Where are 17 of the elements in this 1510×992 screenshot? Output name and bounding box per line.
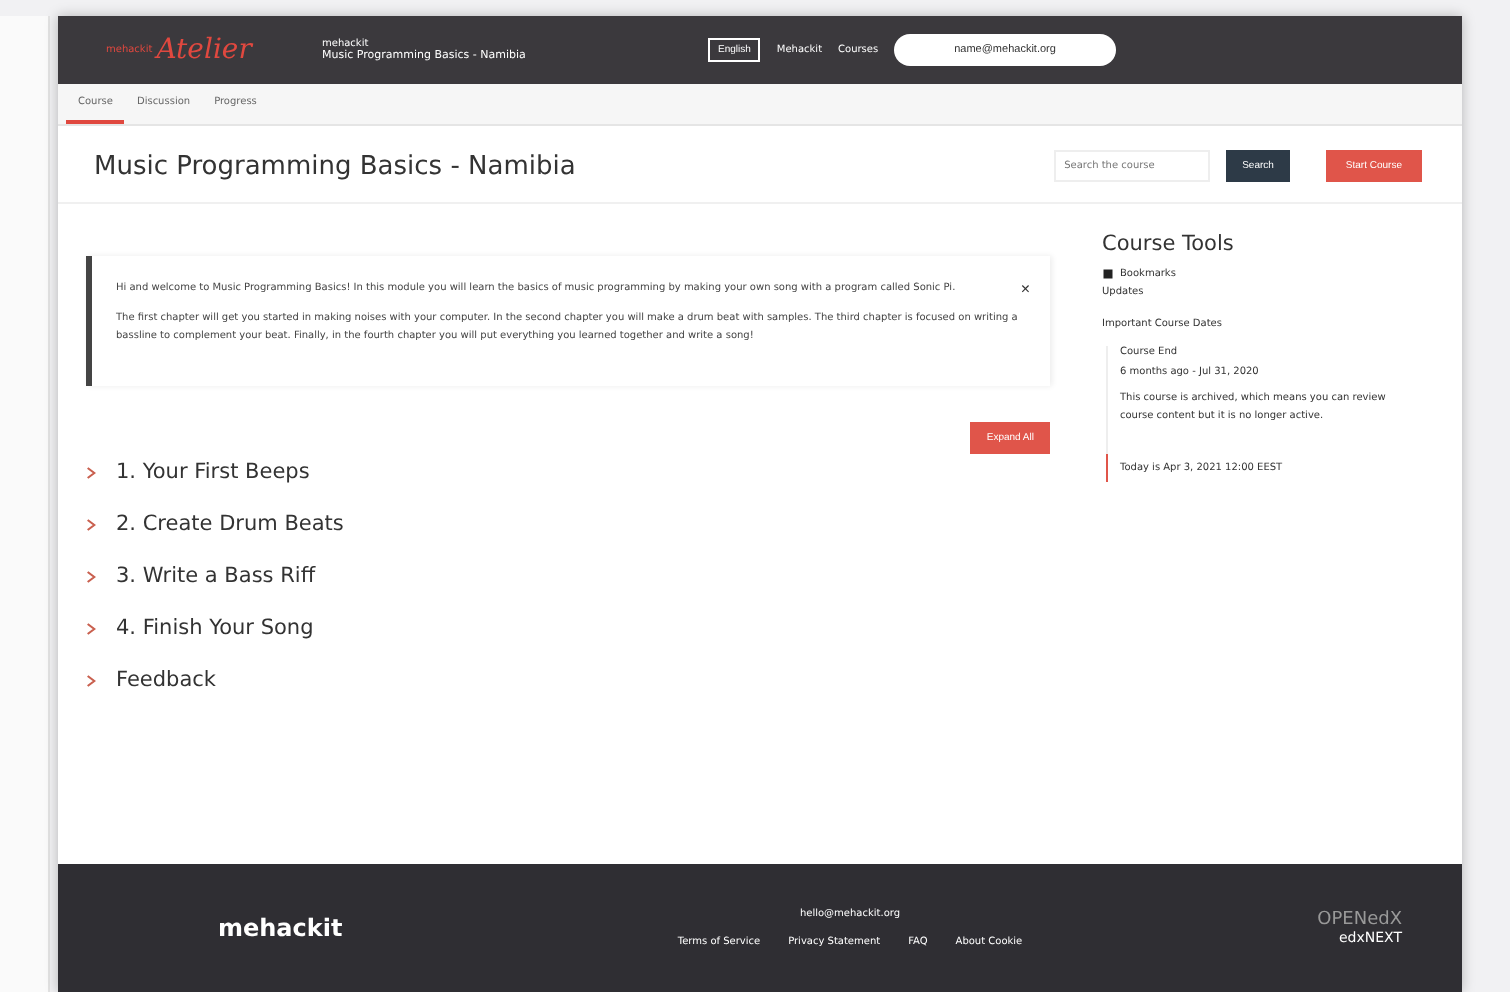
chevron-icon[interactable] [86, 465, 96, 479]
tools-heading: Course Tools [1102, 232, 1236, 256]
chevron-icon[interactable] [86, 673, 96, 687]
footer-logo: mehackit [218, 914, 345, 942]
section-title[interactable]: 4. Finish Your Song [116, 616, 314, 640]
logo-script: Atelier [156, 34, 252, 66]
bookmark-icon [1102, 268, 1114, 280]
page-title: Music Programming Basics - Namibia [94, 151, 576, 181]
chevron-icon[interactable] [86, 621, 96, 635]
section-title[interactable]: 2. Create Drum Beats [116, 512, 344, 536]
section-title[interactable]: 3. Write a Bass Riff [116, 564, 316, 588]
chevron-icon[interactable] [86, 569, 96, 583]
section-title[interactable]: 1. Your First Beeps [116, 460, 310, 484]
section-title[interactable]: Feedback [116, 668, 217, 692]
close-button[interactable]: × [1020, 280, 1030, 298]
chevron-icon[interactable] [86, 517, 96, 531]
badge-text: OPENedX [1317, 910, 1402, 930]
